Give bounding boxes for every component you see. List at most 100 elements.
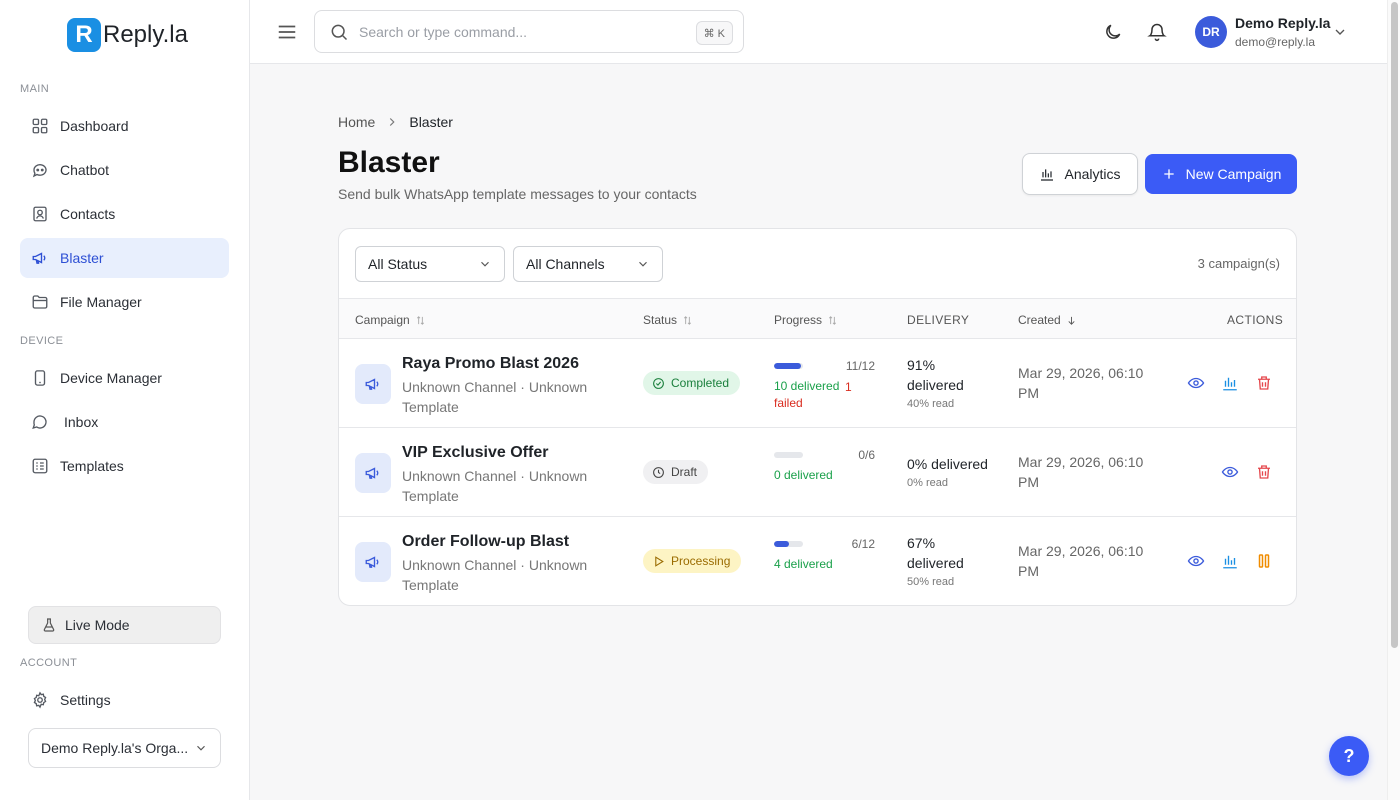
view-button[interactable] (1187, 374, 1205, 392)
trash-icon (1258, 465, 1270, 479)
table-row[interactable]: VIP Exclusive Offer Unknown Channel · Un… (339, 428, 1296, 517)
sidebar-item-file-manager[interactable]: File Manager (20, 282, 229, 322)
table-row[interactable]: Order Follow-up Blast Unknown Channel · … (339, 517, 1296, 605)
sidebar-item-device-manager[interactable]: Device Manager (20, 358, 229, 398)
eye-icon (1187, 555, 1205, 567)
live-mode-toggle[interactable]: Live Mode (28, 606, 221, 644)
bar-chart-icon (1041, 169, 1054, 181)
sidebar-item-label: Device Manager (60, 370, 162, 386)
campaign-meta: Unknown Channel · Unknown Template (402, 379, 588, 415)
shortcut-hint: ⌘ K (695, 21, 733, 45)
campaign-meta: Unknown Channel · Unknown Template (402, 557, 588, 593)
play-icon (655, 555, 664, 567)
sidebar-item-blaster[interactable]: Blaster (20, 238, 229, 278)
logo-mark: R (67, 18, 101, 52)
user-avatar[interactable]: DR (1195, 16, 1227, 48)
section-label-device: DEVICE (20, 335, 64, 347)
campaign-name[interactable]: Raya Promo Blast 2026 (402, 355, 579, 373)
moon-icon[interactable] (1103, 22, 1123, 42)
progress-bar (774, 363, 803, 369)
pause-button[interactable] (1255, 552, 1273, 570)
sidebar-item-label: Dashboard (60, 118, 129, 134)
campaign-icon (355, 453, 391, 493)
column-created[interactable]: Created (1018, 313, 1077, 327)
grid-icon (32, 118, 48, 134)
view-button[interactable] (1221, 463, 1239, 481)
organization-select[interactable]: Demo Reply.la's Orga... (28, 728, 221, 768)
status-badge: Draft (643, 460, 709, 484)
sidebar-item-label: File Manager (60, 294, 142, 310)
page-scrollbar[interactable] (1387, 0, 1400, 800)
trash-icon (1258, 376, 1270, 390)
progress-count: 0/6 (858, 448, 875, 462)
column-actions: ACTIONS (1227, 313, 1284, 327)
sidebar-item-label: Contacts (60, 206, 116, 222)
view-button[interactable] (1187, 552, 1205, 570)
channel-filter-value: All Channels (526, 256, 605, 272)
campaign-icon (355, 542, 391, 582)
analytics-button[interactable]: Analytics (1022, 153, 1138, 195)
sidebar-item-inbox[interactable]: Inbox (20, 402, 229, 442)
breadcrumb-home[interactable]: Home (338, 114, 375, 130)
section-label-account: ACCOUNT (20, 657, 78, 669)
bell-icon[interactable] (1147, 22, 1167, 42)
column-status[interactable]: Status (643, 313, 693, 327)
search-bar[interactable]: ⌘ K (314, 10, 744, 53)
progress-bar (774, 452, 803, 458)
delivery-rate: 67% delivered (907, 535, 964, 571)
status-filter-value: All Status (368, 256, 428, 272)
sidebar-item-contacts[interactable]: Contacts (20, 194, 229, 234)
contacts-icon (33, 206, 47, 222)
delivered-count: 0 delivered (774, 468, 833, 482)
brand-logo[interactable]: R Reply.la (67, 18, 188, 52)
sidebar-item-settings[interactable]: Settings (20, 680, 229, 720)
organization-name: Demo Reply.la's Orga... (41, 740, 189, 756)
column-delivery: DELIVERY (907, 313, 970, 327)
template-icon (32, 458, 48, 474)
campaign-name[interactable]: Order Follow-up Blast (402, 533, 569, 551)
chevron-right-icon (390, 118, 395, 126)
delivered-count: 4 delivered (774, 557, 833, 571)
search-icon (331, 24, 348, 40)
flask-icon (43, 618, 55, 632)
page-title: Blaster (338, 146, 440, 179)
logo-text: Reply.la (103, 21, 188, 48)
status-badge: Completed (643, 371, 741, 395)
search-input[interactable] (359, 23, 679, 40)
help-button[interactable]: ? (1329, 736, 1369, 776)
created-date: Mar 29, 2026, 06:10 PM (1018, 543, 1144, 579)
sidebar-item-label: Settings (60, 692, 111, 708)
scrollbar-thumb[interactable] (1391, 2, 1398, 648)
column-campaign[interactable]: Campaign (355, 313, 426, 327)
chevron-down-icon[interactable] (1332, 24, 1348, 40)
sidebar-item-label: Templates (60, 458, 124, 474)
table-row[interactable]: Raya Promo Blast 2026 Unknown Channel · … (339, 339, 1296, 428)
delete-button[interactable] (1255, 374, 1273, 392)
arrow-down-icon (1068, 316, 1075, 325)
analytics-row-button[interactable] (1221, 374, 1239, 392)
progress-bar (774, 541, 803, 547)
read-rate: 0% read (907, 477, 948, 489)
megaphone-icon (365, 467, 379, 479)
sidebar-item-label: Inbox (64, 414, 99, 430)
sidebar-item-dashboard[interactable]: Dashboard (20, 106, 229, 146)
hamburger-menu-icon[interactable] (276, 21, 298, 43)
sidebar-item-chatbot[interactable]: Chatbot (20, 150, 229, 190)
progress-count: 6/12 (851, 537, 875, 551)
delete-button[interactable] (1255, 463, 1273, 481)
campaign-icon (355, 364, 391, 404)
channel-filter-select[interactable]: All Channels (513, 246, 663, 282)
delivered-count: 10 delivered (774, 379, 840, 393)
column-progress[interactable]: Progress (774, 313, 838, 327)
breadcrumb: Home Blaster (338, 114, 453, 130)
sort-icon (828, 315, 837, 325)
status-badge: Processing (643, 549, 742, 573)
status-filter-select[interactable]: All Status (355, 246, 505, 282)
table-header: Campaign Status Progress DELIVERY Create… (339, 298, 1296, 339)
campaign-name[interactable]: VIP Exclusive Offer (402, 444, 548, 462)
sidebar-item-templates[interactable]: Templates (20, 446, 229, 486)
analytics-row-button[interactable] (1221, 552, 1239, 570)
new-campaign-button[interactable]: New Campaign (1145, 154, 1297, 194)
user-name[interactable]: Demo Reply.la (1235, 15, 1330, 31)
pause-icon (1258, 554, 1270, 568)
